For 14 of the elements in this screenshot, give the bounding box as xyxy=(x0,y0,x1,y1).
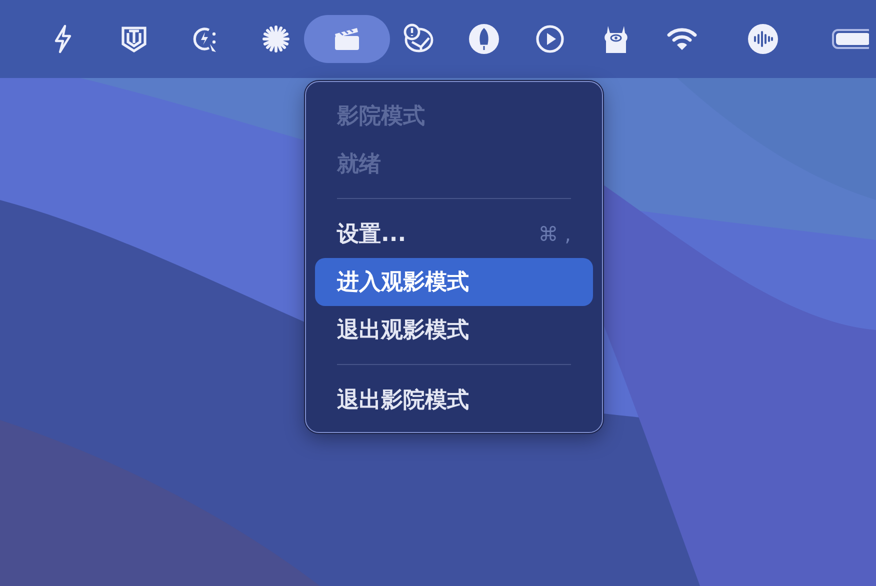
globe-alert-icon xyxy=(402,23,434,55)
menu-item-label: 退出观影模式 xyxy=(337,317,469,345)
menu-item[interactable]: 设置... ⌘ , xyxy=(315,210,593,258)
menu-item-label: 进入观影模式 xyxy=(337,269,469,297)
menu-item[interactable]: 退出影院模式 xyxy=(315,376,593,424)
menu-item-label: 退出影院模式 xyxy=(337,387,469,415)
status-item[interactable] xyxy=(304,15,390,63)
play-icon xyxy=(534,23,566,55)
menu-item[interactable]: 进入观影模式 xyxy=(315,258,593,306)
waveform-icon xyxy=(747,23,779,55)
menu-item[interactable]: 退出观影模式 xyxy=(315,306,593,354)
asterisk-icon xyxy=(260,23,292,55)
menu-item-label: 设置... xyxy=(337,221,406,249)
shortcut-label: ⌘ , xyxy=(538,222,571,246)
